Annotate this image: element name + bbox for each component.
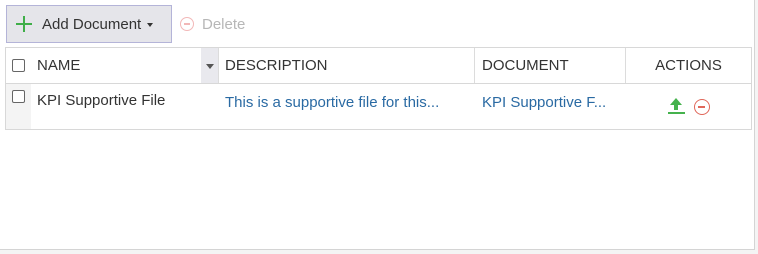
- table-row[interactable]: KPI Supportive File This is a supportive…: [6, 84, 751, 130]
- plus-icon: [15, 15, 33, 33]
- column-header-description[interactable]: DESCRIPTION: [219, 48, 475, 83]
- documents-grid: NAME DESCRIPTION DOCUMENT ACTIONS KPI Su…: [5, 47, 752, 130]
- column-header-document[interactable]: DOCUMENT: [475, 48, 626, 83]
- delete-button[interactable]: Delete: [180, 5, 245, 43]
- row-name: KPI Supportive File: [37, 92, 166, 109]
- toolbar: Add Document Delete: [6, 5, 245, 43]
- minus-circle-icon: [180, 17, 194, 31]
- row-select-cell: [6, 84, 31, 129]
- select-all-checkbox[interactable]: [12, 59, 25, 72]
- sort-down-icon: [205, 64, 214, 69]
- grid-header: NAME DESCRIPTION DOCUMENT ACTIONS: [6, 48, 751, 84]
- upload-icon[interactable]: [667, 98, 685, 115]
- header-select-all: [6, 48, 31, 83]
- documents-panel: Add Document Delete NAME DESCRIPTION DOC…: [0, 0, 755, 250]
- column-sort-toggle[interactable]: [201, 48, 219, 83]
- row-checkbox[interactable]: [12, 90, 25, 103]
- add-document-label: Add Document: [42, 15, 142, 33]
- column-header-actions: ACTIONS: [655, 57, 722, 74]
- row-description-link[interactable]: This is a supportive file for this...: [219, 84, 475, 129]
- add-document-button[interactable]: Add Document: [6, 5, 172, 43]
- caret-down-icon: [147, 22, 154, 27]
- row-document-link[interactable]: KPI Supportive F...: [475, 84, 626, 129]
- delete-label: Delete: [202, 15, 246, 33]
- column-header-name[interactable]: NAME: [31, 48, 201, 83]
- remove-icon[interactable]: [693, 99, 710, 115]
- row-actions: [626, 84, 751, 129]
